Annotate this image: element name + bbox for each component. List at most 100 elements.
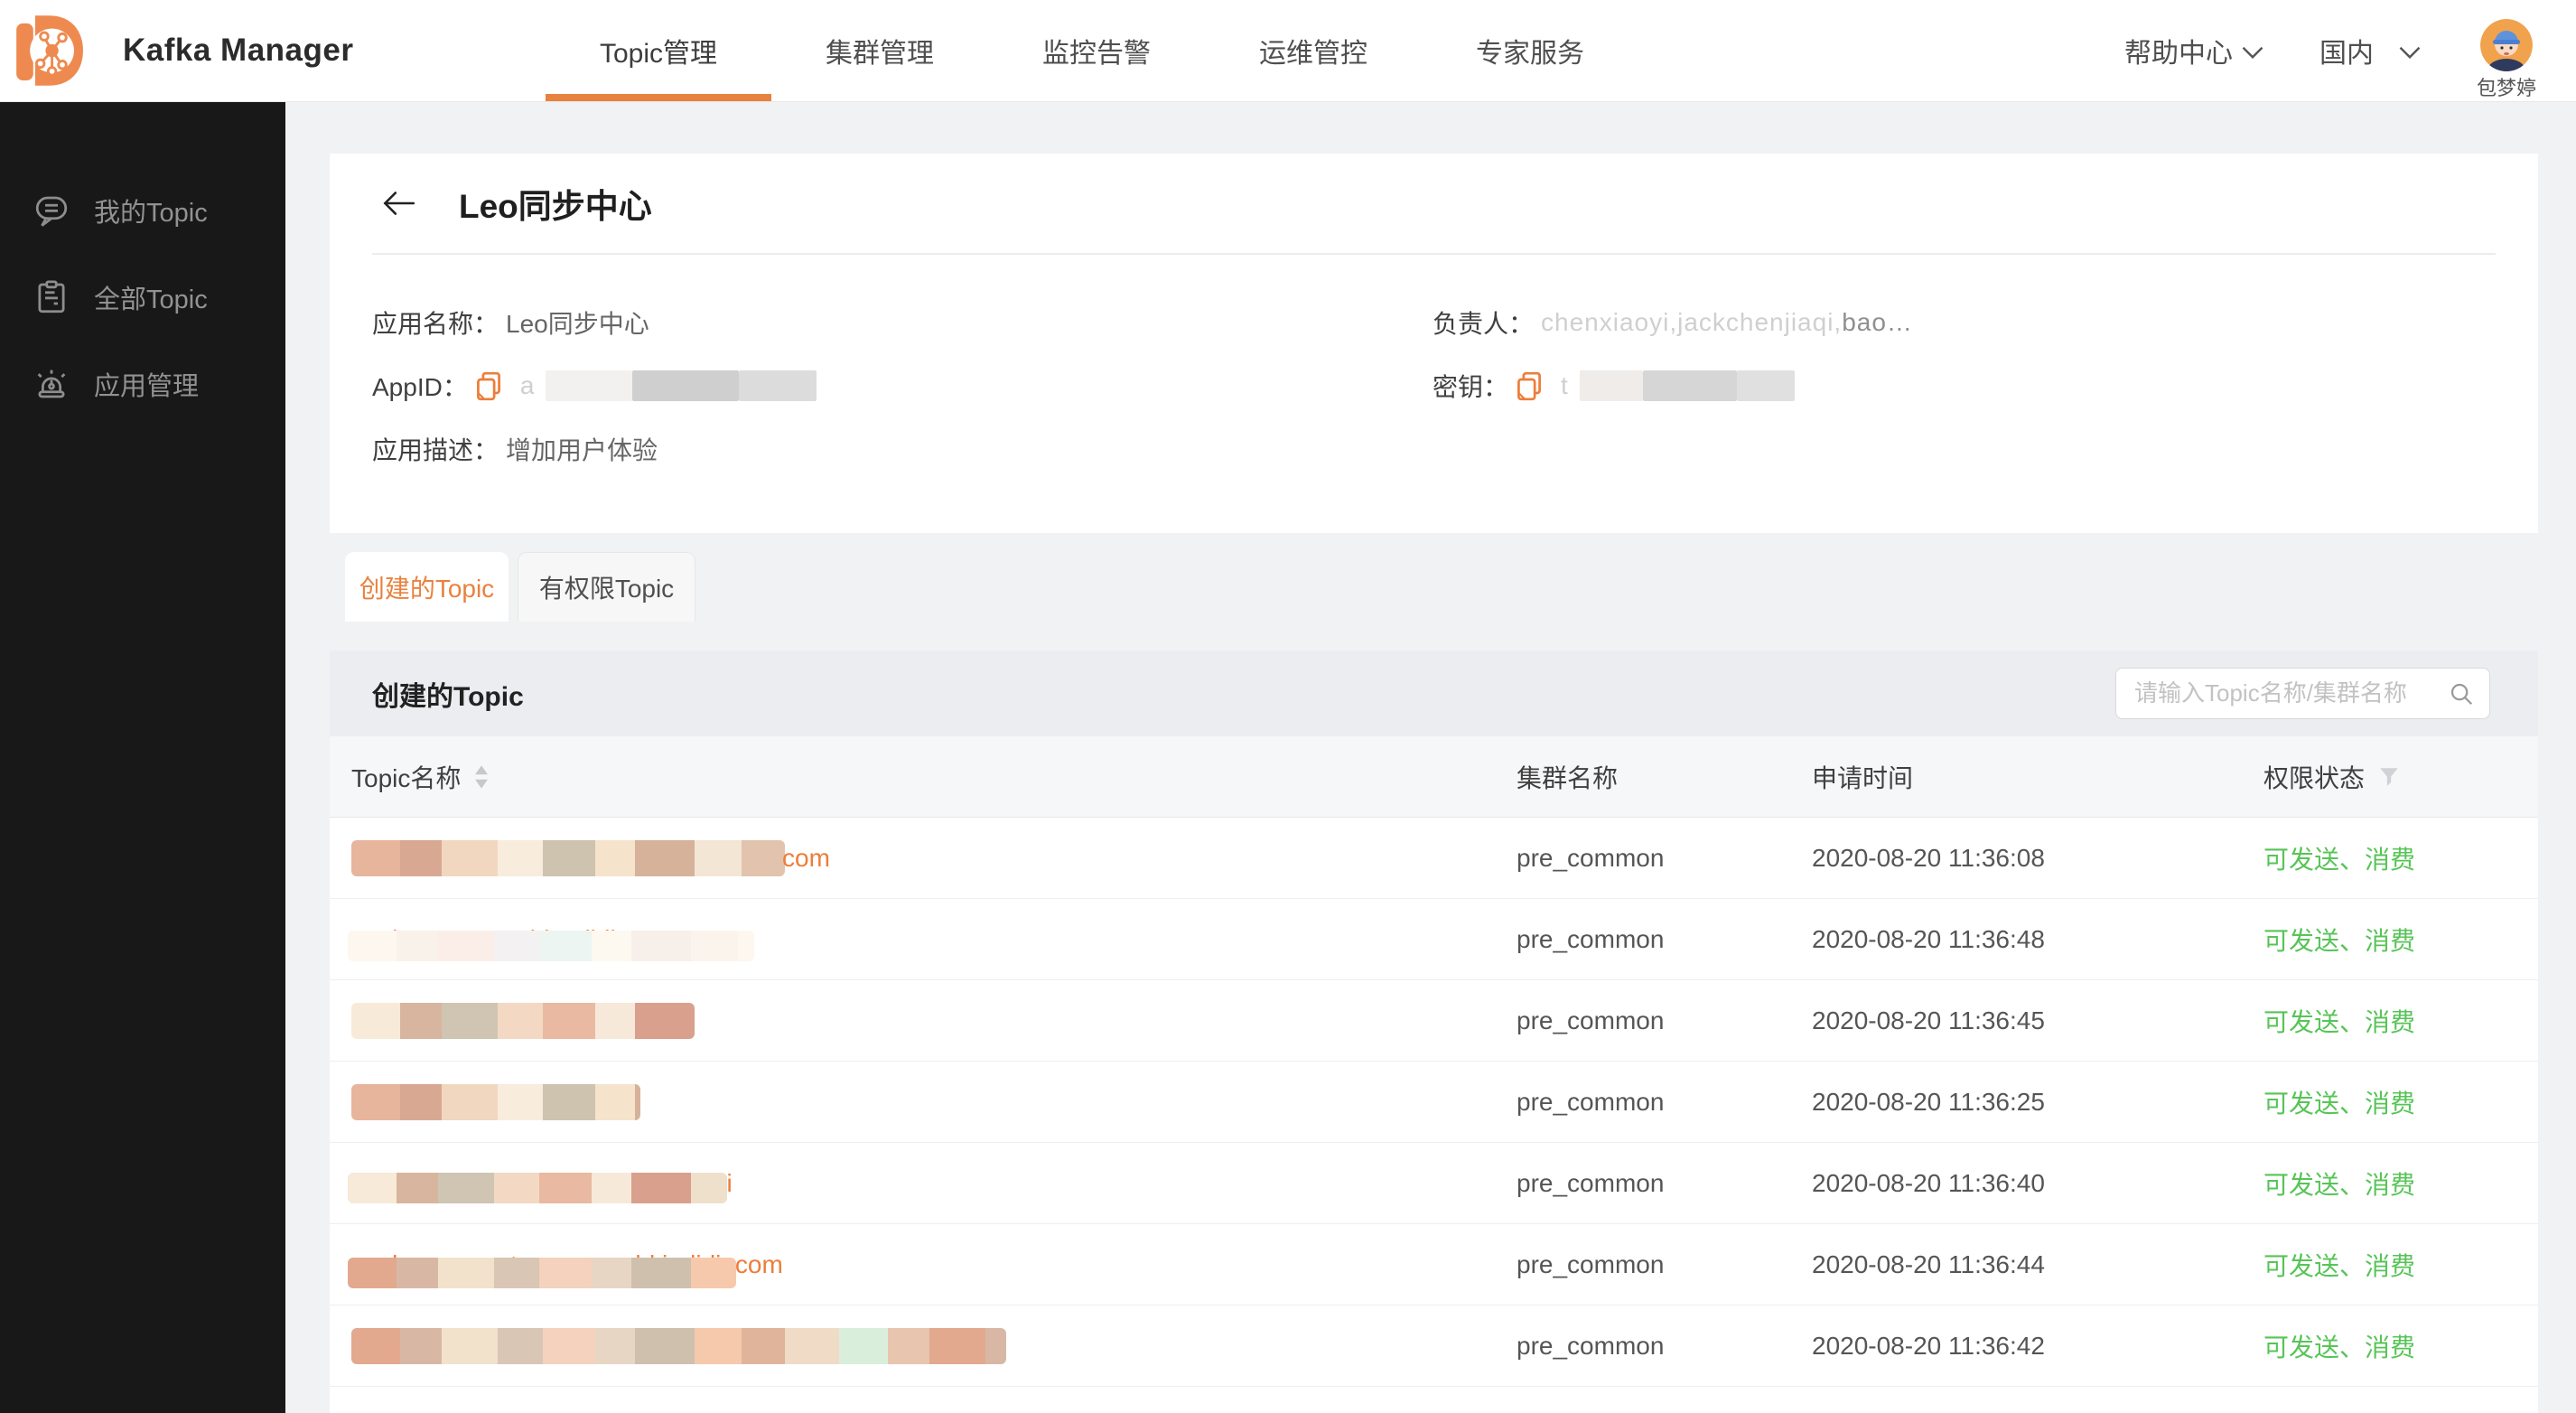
cell-apply-time: 2020-08-20 11:36:25 [1812,1088,2263,1117]
sort-icon[interactable] [473,764,490,790]
field-app-name: 应用名称： Leo同步中心 [372,291,1433,354]
column-cluster-name: 集群名称 [1517,759,1812,795]
column-permission-status: 权限状态 [2263,759,2538,795]
field-label: 应用描述： [372,431,499,467]
field-owner: 负责人： chenxiaoyi,jackchenjiaqi,bao… [1433,291,1913,354]
filter-icon[interactable] [2377,765,2401,789]
cell-cluster-name: pre_common [1517,1250,1812,1279]
app-title-row: Leo同步中心 [372,154,2496,255]
field-label: 负责人： [1433,304,1534,341]
cell-apply-time: 2020-08-20 11:36:48 [1812,925,2263,954]
table-row: pre_common 2020-08-20 11:36:45 可发送、消费 [330,980,2538,1062]
cell-topic-name [351,1326,1517,1366]
table-row: cn_lupotos_go_biz_didi_com pre_common 20… [330,899,2538,980]
field-value-visible: bao… [1842,308,1913,336]
redacted-topic-mosaic [351,1328,1006,1364]
redacted-topic-mosaic [351,840,785,876]
column-label: 权限状态 [2263,759,2365,795]
table-row: com pre_common 2020-08-20 11:36:08 可发送、消… [330,818,2538,899]
sidebar: 我的Topic 全部Topic 应用管理 [0,102,285,1413]
redacted-topic-mosaic [348,1173,727,1203]
chat-bubble-icon [33,192,70,229]
app-detail-card: Leo同步中心 应用名称： Leo同步中心 AppID： [330,154,2538,533]
cell-permission-status: 可发送、消费 [2263,1003,2538,1039]
redacted-topic-mosaic [351,1003,695,1039]
cell-permission-status: 可发送、消费 [2263,840,2538,876]
sidebar-item-my-topic[interactable]: 我的Topic [0,167,285,254]
top-bar: Kafka Manager Topic管理 集群管理 监控告警 运维管控 专家服… [0,0,2576,102]
chevron-down-icon [2242,46,2263,59]
cell-cluster-name: pre_common [1517,1332,1812,1361]
cell-topic-name [351,1001,1517,1041]
brand: Kafka Manager [14,12,369,89]
region-menu[interactable]: 国内 [2319,31,2421,70]
search-icon[interactable] [2448,680,2475,707]
created-topic-panel: 创建的Topic Topic名称 集群名称 申请时间 [330,650,2538,1413]
table-row: pre_common 2020-08-20 11:36:25 可发送、消费 [330,1062,2538,1143]
panel-header: 创建的Topic [330,650,2538,736]
redacted-topic-mosaic [348,931,754,961]
cell-permission-status: 可发送、消费 [2263,1165,2538,1202]
field-app-description: 应用描述： 增加用户体验 [372,417,1433,481]
topic-tabs: 创建的Topic 有权限Topic [345,552,695,622]
sidebar-item-app-management[interactable]: 应用管理 [0,341,285,427]
nav-ops-control[interactable]: 运维管控 [1205,0,1422,101]
column-label: Topic名称 [351,759,461,795]
cell-permission-status: 可发送、消费 [2263,1247,2538,1283]
sidebar-item-label: 我的Topic [94,192,208,229]
cell-apply-time: 2020-08-20 11:36:40 [1812,1169,2263,1198]
sidebar-item-label: 应用管理 [94,365,199,403]
table-body: com pre_common 2020-08-20 11:36:08 可发送、消… [330,818,2538,1387]
nav-cluster-management[interactable]: 集群管理 [771,0,988,101]
field-label: AppID： [372,368,468,404]
nav-topic-management[interactable]: Topic管理 [546,0,771,101]
sidebar-item-all-topic[interactable]: 全部Topic [0,254,285,341]
nav-monitor-alert[interactable]: 监控告警 [988,0,1205,101]
redacted-ghost-text: chenxiaoyi,jackchenjiaqi,bao… [1541,308,1913,337]
user-name: 包梦婷 [2477,72,2536,101]
avatar [2480,19,2533,71]
topic-link[interactable]: com [782,838,830,878]
cell-apply-time: 2020-08-20 11:36:45 [1812,1006,2263,1035]
redacted-value [546,370,817,401]
topic-name [351,1082,1517,1122]
table-header-row: Topic名称 集群名称 申请时间 权限状态 [330,736,2538,818]
cell-apply-time: 2020-08-20 11:36:42 [1812,1332,2263,1361]
chevron-down-icon [2399,46,2421,59]
field-label: 密钥： [1433,368,1508,404]
redacted-ghost-text: a [520,371,536,400]
field-secret-key: 密钥： t [1433,354,1913,417]
help-center-menu[interactable]: 帮助中心 [2124,31,2263,70]
user-menu[interactable]: 包梦婷 [2477,19,2536,101]
column-topic-name[interactable]: Topic名称 [351,759,1517,795]
cell-cluster-name: pre_common [1517,1006,1812,1035]
back-button[interactable] [379,184,417,222]
main-content: Leo同步中心 应用名称： Leo同步中心 AppID： [285,102,2576,1413]
redacted-value [1580,370,1795,401]
cell-cluster-name: pre_common [1517,925,1812,954]
topic-name [351,1001,1517,1041]
column-apply-time: 申请时间 [1812,759,2263,795]
field-label: 应用名称： [372,304,499,341]
copy-secret-button[interactable]: t [1516,370,1795,401]
topic-name: cn_lamper_setaarns_gc_bkj_didi_com [351,1245,1517,1285]
cell-permission-status: 可发送、消费 [2263,1328,2538,1364]
field-value: 增加用户体验 [506,431,658,467]
app-title: Kafka Manager [123,33,353,69]
topic-name [351,1326,1517,1366]
cell-topic-name: cn_lamper_setaarns_gc_bkj_didi_com [351,1245,1517,1285]
help-center-label: 帮助中心 [2124,31,2233,70]
copy-app-id-button[interactable]: a [475,370,817,401]
panel-title: 创建的Topic [372,674,524,714]
table-row: cn-binlog-comm_api-common_api pre_common… [330,1143,2538,1224]
cell-permission-status: 可发送、消费 [2263,922,2538,958]
cell-cluster-name: pre_common [1517,844,1812,873]
field-app-id: AppID： a [372,354,1433,417]
tab-created-topic[interactable]: 创建的Topic [345,552,509,622]
nav-expert-service[interactable]: 专家服务 [1422,0,1638,101]
cell-topic-name [351,1082,1517,1122]
cell-cluster-name: pre_common [1517,1169,1812,1198]
search-input[interactable] [2134,679,2441,707]
tab-authorized-topic[interactable]: 有权限Topic [518,552,695,622]
top-right-area: 帮助中心 国内 [2124,1,2536,101]
